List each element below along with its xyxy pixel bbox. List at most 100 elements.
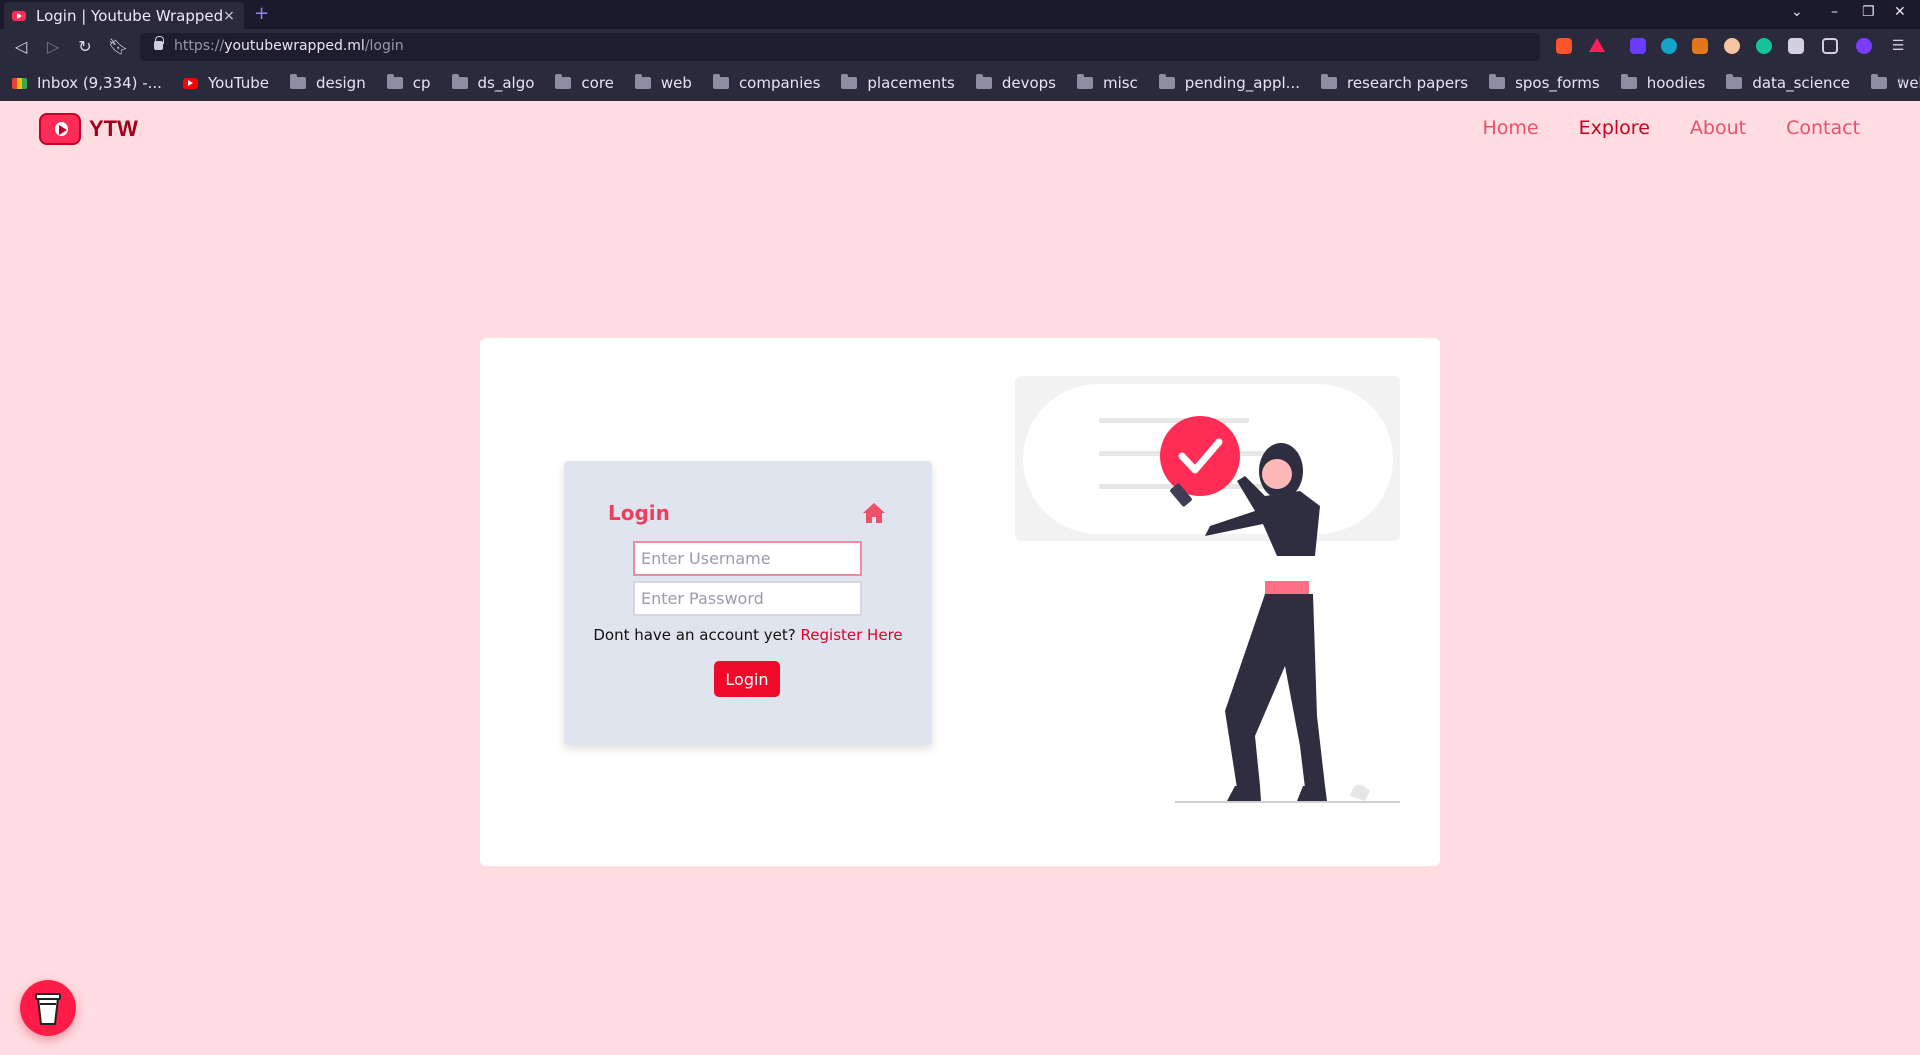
bookmark-item[interactable]: web3 bbox=[1871, 74, 1920, 92]
browser-tab-bar: Login | Youtube Wrapped × + ⌄ – ❐ ✕ bbox=[0, 0, 1920, 29]
login-illustration bbox=[1015, 376, 1400, 803]
folder-icon bbox=[555, 74, 572, 89]
bookmark-label: devops bbox=[1001, 74, 1056, 92]
login-title: Login bbox=[608, 501, 670, 525]
bookmark-item[interactable]: web bbox=[634, 74, 692, 92]
extension-icon[interactable] bbox=[1724, 38, 1740, 54]
metamask-icon[interactable] bbox=[1692, 38, 1708, 54]
bookmark-item[interactable]: companies bbox=[712, 74, 821, 92]
bookmark-item[interactable]: pending_appl... bbox=[1158, 74, 1300, 92]
bookmark-label: placements bbox=[867, 74, 955, 92]
home-icon[interactable] bbox=[862, 502, 886, 524]
bookmark-label: cp bbox=[412, 74, 431, 92]
password-input[interactable] bbox=[633, 581, 862, 616]
tab-list-chevron-icon[interactable]: ⌄ bbox=[1791, 4, 1803, 20]
bookmark-item[interactable]: research papers bbox=[1320, 74, 1469, 92]
login-button[interactable]: Login bbox=[714, 661, 780, 697]
signup-prompt: Dont have an account yet? Register Here bbox=[564, 626, 932, 644]
bookmark-label: ds_algo bbox=[477, 74, 535, 92]
menu-icon[interactable]: ☰ bbox=[1890, 38, 1906, 54]
play-logo-icon bbox=[39, 113, 81, 145]
react-devtools-icon[interactable] bbox=[1661, 38, 1677, 54]
username-input[interactable] bbox=[633, 541, 862, 576]
bookmark-item[interactable]: Inbox (9,334) -... bbox=[12, 74, 162, 92]
folder-icon bbox=[634, 74, 651, 89]
bookmarks-overflow-icon[interactable]: » bbox=[1897, 73, 1906, 89]
bookmark-label: hoodies bbox=[1646, 74, 1706, 92]
logo-text: YTW bbox=[89, 116, 138, 141]
bookmarks-bar: Inbox (9,334) -... YouTube design cp ds_algo… bbox=[0, 65, 1920, 101]
folder-icon bbox=[386, 74, 403, 89]
bookmark-item[interactable]: core bbox=[555, 74, 614, 92]
folder-icon bbox=[841, 74, 858, 89]
bookmark-item[interactable]: misc bbox=[1076, 74, 1138, 92]
bookmark-label: design bbox=[315, 74, 366, 92]
signup-prompt-text: Dont have an account yet? bbox=[593, 626, 796, 644]
folder-icon bbox=[1726, 74, 1743, 89]
folder-icon bbox=[1489, 74, 1506, 89]
register-link[interactable]: Register Here bbox=[801, 626, 903, 644]
minimize-icon[interactable]: – bbox=[1831, 4, 1838, 20]
folder-icon bbox=[1158, 74, 1175, 89]
reload-icon[interactable]: ↻ bbox=[76, 37, 94, 56]
nav-explore[interactable]: Explore bbox=[1579, 117, 1650, 139]
bookmark-item[interactable]: cp bbox=[386, 74, 431, 92]
profile-avatar-icon[interactable] bbox=[1856, 38, 1872, 54]
bookmark-label: data_science bbox=[1752, 74, 1851, 92]
bookmark-item[interactable]: hoodies bbox=[1620, 74, 1706, 92]
bookmark-label: web bbox=[660, 74, 692, 92]
bookmark-item[interactable]: data_science bbox=[1726, 74, 1850, 92]
bookmark-item[interactable]: YouTube bbox=[182, 74, 269, 92]
bookmark-item[interactable]: devops bbox=[975, 74, 1056, 92]
nav-home[interactable]: Home bbox=[1482, 117, 1538, 139]
bookmark-item[interactable]: design bbox=[289, 74, 366, 92]
bookmark-icon[interactable]: 🔖︎ bbox=[108, 37, 128, 56]
folder-icon bbox=[712, 74, 729, 89]
bookmark-label: research papers bbox=[1346, 74, 1469, 92]
folder-icon bbox=[289, 74, 306, 89]
lock-icon bbox=[154, 36, 164, 50]
window-close-icon[interactable]: ✕ bbox=[1894, 4, 1906, 20]
bookmark-label: pending_appl... bbox=[1184, 74, 1300, 92]
bookmark-label: companies bbox=[738, 74, 821, 92]
bookmark-label: spos_forms bbox=[1515, 74, 1600, 92]
nav-about[interactable]: About bbox=[1690, 117, 1746, 139]
wallet-icon[interactable] bbox=[1822, 38, 1838, 54]
new-tab-icon[interactable]: + bbox=[254, 3, 269, 24]
folder-icon bbox=[1620, 74, 1637, 89]
main-nav: Home Explore About Contact bbox=[1482, 117, 1860, 139]
back-icon[interactable]: ◁ bbox=[12, 37, 30, 56]
bookmark-label: Inbox (9,334) -... bbox=[37, 74, 162, 92]
gmail-icon bbox=[12, 77, 27, 89]
bookmark-label: YouTube bbox=[207, 74, 269, 92]
folder-icon bbox=[1871, 74, 1888, 89]
folder-icon bbox=[1320, 74, 1337, 89]
bookmark-item[interactable]: ds_algo bbox=[451, 74, 535, 92]
folder-icon bbox=[1076, 74, 1093, 89]
youtube-favicon-icon bbox=[12, 10, 26, 21]
brave-shield-icon[interactable] bbox=[1556, 38, 1572, 54]
grammarly-icon[interactable] bbox=[1756, 38, 1772, 54]
login-form: Login Dont have an account yet? Register… bbox=[564, 461, 932, 745]
bookmark-label: misc bbox=[1102, 74, 1138, 92]
nav-contact[interactable]: Contact bbox=[1786, 117, 1860, 139]
site-logo[interactable]: YTW bbox=[39, 113, 138, 145]
extension-badge-icon[interactable] bbox=[1630, 38, 1646, 54]
forward-icon[interactable]: ▷ bbox=[44, 37, 62, 56]
address-bar[interactable]: https://youtubewrapped.ml/login bbox=[140, 33, 1540, 61]
url-text: https://youtubewrapped.ml/login bbox=[174, 38, 404, 54]
bookmark-item[interactable]: placements bbox=[841, 74, 955, 92]
bookmark-item[interactable]: spos_forms bbox=[1489, 74, 1600, 92]
youtube-icon bbox=[182, 77, 198, 89]
buy-me-a-coffee-button[interactable] bbox=[20, 980, 76, 1036]
folder-icon bbox=[451, 74, 468, 89]
login-card: Login Dont have an account yet? Register… bbox=[480, 338, 1440, 866]
extensions-puzzle-icon[interactable] bbox=[1788, 38, 1804, 54]
maximize-icon[interactable]: ❐ bbox=[1862, 4, 1875, 20]
tab-title: Login | Youtube Wrapped bbox=[36, 6, 222, 25]
folder-icon bbox=[975, 74, 992, 89]
bookmark-label: core bbox=[581, 74, 614, 92]
brave-rewards-icon[interactable] bbox=[1589, 38, 1605, 52]
tab-close-icon[interactable]: × bbox=[222, 8, 236, 24]
browser-tab[interactable]: Login | Youtube Wrapped × bbox=[4, 2, 244, 29]
